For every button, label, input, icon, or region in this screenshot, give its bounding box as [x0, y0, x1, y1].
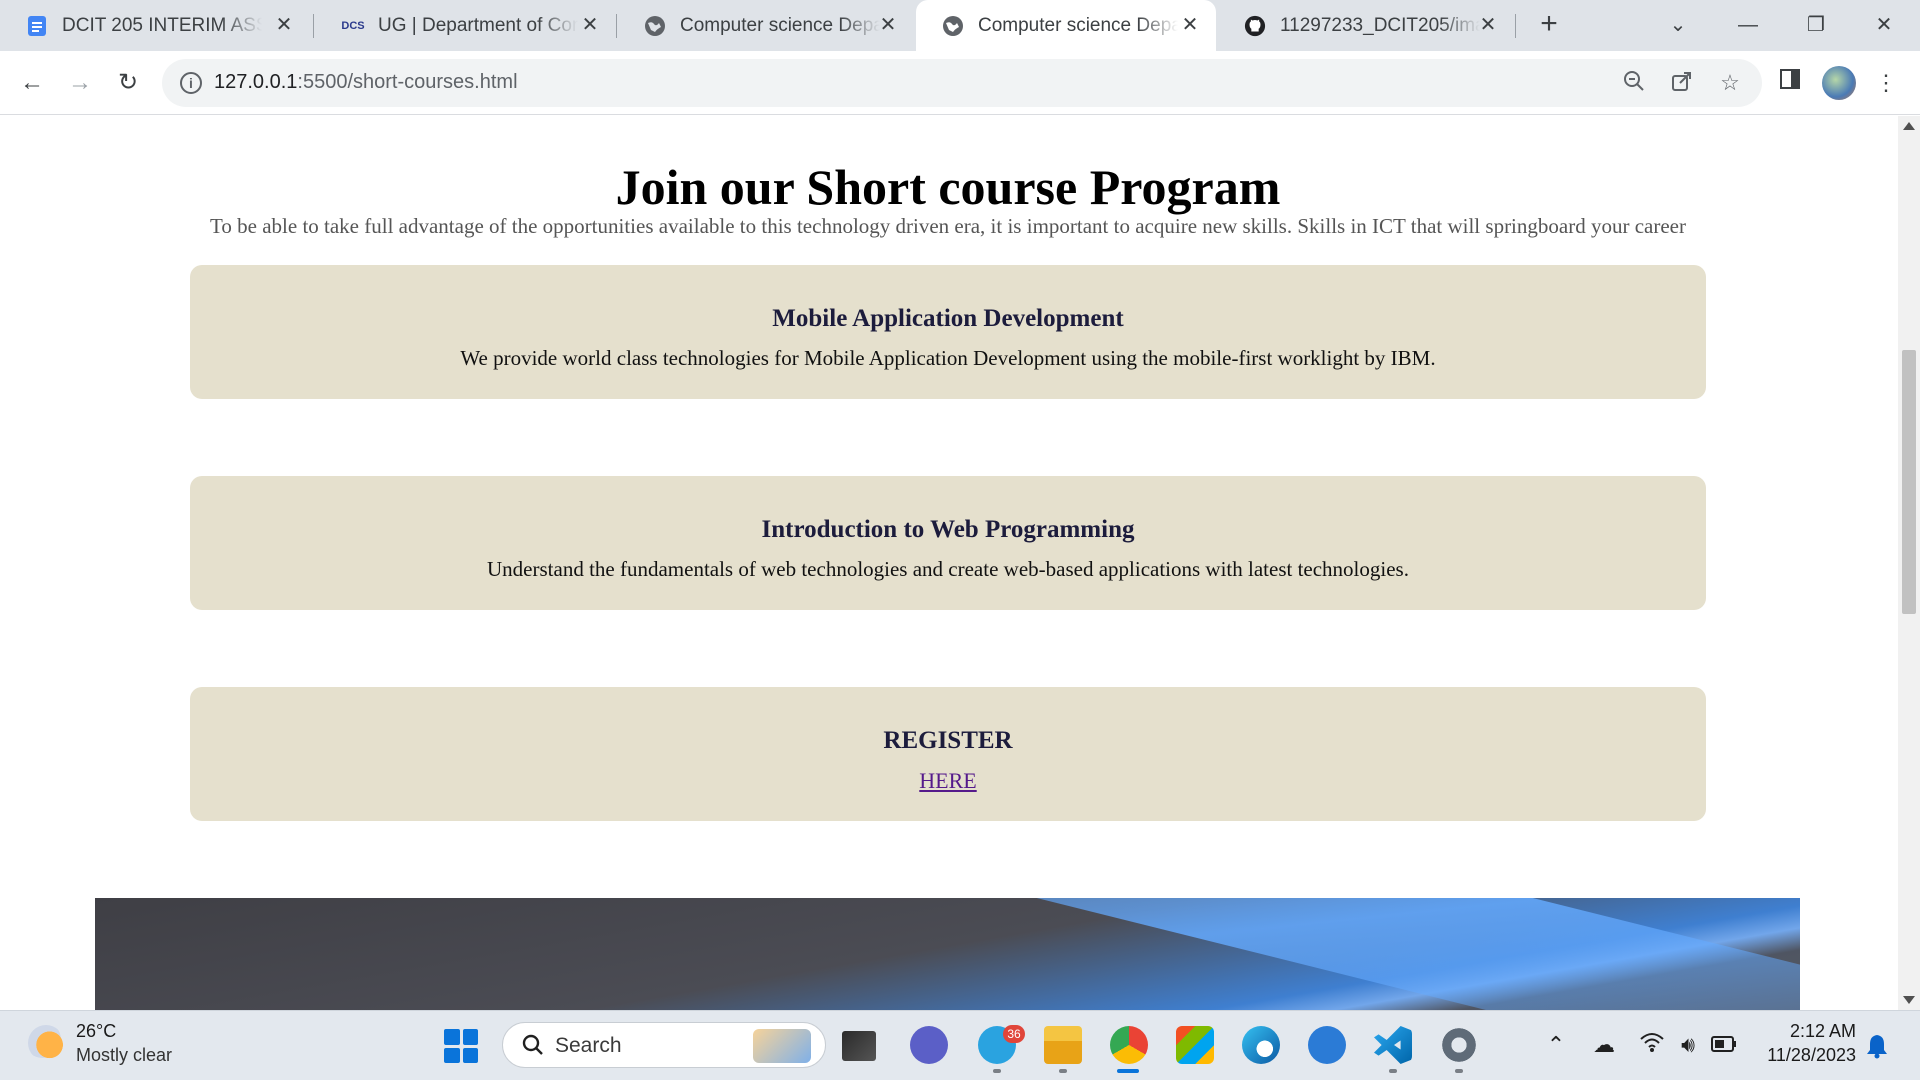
onedrive-cloud-icon[interactable]: ☁ [1590, 1031, 1618, 1059]
tab-label: Computer science Department [978, 14, 1178, 36]
back-arrow-icon[interactable]: ← [14, 65, 50, 101]
vscode-icon[interactable] [1374, 1026, 1412, 1064]
close-tab-icon[interactable]: ✕ [578, 13, 602, 37]
course-card-web-programming: Introduction to Web Programming Understa… [190, 476, 1706, 610]
restore-window-icon[interactable]: ❐ [1796, 8, 1836, 42]
show-hidden-icons-chevron-icon[interactable]: ⌃ [1542, 1031, 1570, 1059]
tab-github-repository[interactable]: 11297233_DCIT205/images ✕ [1218, 0, 1514, 51]
globe-icon [942, 15, 964, 37]
register-card: REGISTER HERE [190, 687, 1706, 821]
side-panel-icon[interactable] [1772, 65, 1808, 101]
course-title: Introduction to Web Programming [761, 516, 1135, 543]
scroll-up-arrow-icon[interactable] [1903, 122, 1915, 130]
page-intro-text: To be able to take full advantage of the… [210, 214, 1686, 238]
tab-label: DCIT 205 INTERIM ASSESSMENT [62, 14, 262, 36]
running-indicator [1455, 1069, 1463, 1073]
course-title: Mobile Application Development [772, 305, 1124, 332]
weather-temperature[interactable]: 26°C [76, 1021, 116, 1042]
tab-search-chevron-icon[interactable]: ⌄ [1658, 8, 1698, 42]
notification-bell-icon[interactable] [1866, 1033, 1888, 1059]
search-highlight-illustration [753, 1029, 811, 1063]
address-url[interactable]: 127.0.0.1:5500/short-courses.html [214, 71, 518, 94]
github-icon [1244, 15, 1266, 37]
file-explorer-icon[interactable] [1044, 1026, 1082, 1064]
course-card-mobile-app-dev: Mobile Application Development We provid… [190, 265, 1706, 399]
running-indicator [1059, 1069, 1067, 1073]
scroll-down-arrow-icon[interactable] [1903, 996, 1915, 1004]
new-tab-button[interactable]: + [1534, 9, 1564, 40]
hero-image [95, 898, 1800, 1010]
clock-time[interactable]: 2:12 AM [1760, 1021, 1856, 1042]
running-indicator [993, 1069, 1001, 1073]
windows-start-icon[interactable] [444, 1029, 478, 1063]
tab-separator [1515, 14, 1516, 38]
close-tab-icon[interactable]: ✕ [1178, 13, 1202, 37]
site-info-icon[interactable]: i [180, 72, 202, 94]
browser-toolbar: ← → ↻ i 127.0.0.1:5500/short-courses.htm… [0, 51, 1920, 115]
settings-gear-icon[interactable] [1440, 1026, 1478, 1064]
clock-date[interactable]: 11/28/2023 [1740, 1045, 1856, 1066]
telegram-unread-badge: 36 [1003, 1025, 1025, 1043]
tab-label: UG | Department of Computer Science [378, 14, 578, 36]
tab-separator [313, 14, 314, 38]
course-description: We provide world class technologies for … [460, 346, 1436, 370]
share-icon[interactable] [1668, 69, 1696, 97]
tab-separator [616, 14, 617, 38]
active-app-indicator [1117, 1069, 1139, 1073]
register-heading: REGISTER [883, 727, 1013, 754]
globe-icon [644, 15, 666, 37]
browser-tab-strip: DCIT 205 INTERIM ASSESSMENT ✕ DCS UG | D… [0, 0, 1920, 51]
edge-icon[interactable] [1242, 1026, 1280, 1064]
taskbar-search-box[interactable]: Search [502, 1022, 826, 1068]
close-tab-icon[interactable]: ✕ [272, 13, 296, 37]
windows-taskbar: 26°C Mostly clear Search 36 ⌃ ☁ 🔊︎ 2:12 … [0, 1010, 1920, 1080]
wifi-icon[interactable] [1638, 1031, 1666, 1059]
microsoft-store-icon[interactable] [1176, 1026, 1214, 1064]
course-description: Understand the fundamentals of web techn… [487, 557, 1409, 581]
close-window-icon[interactable]: ✕ [1864, 8, 1904, 42]
register-here-link[interactable]: HERE [919, 768, 976, 794]
weather-moon-cloud-icon[interactable] [28, 1025, 64, 1061]
volume-icon[interactable]: 🔊︎ [1674, 1031, 1702, 1059]
close-tab-icon[interactable]: ✕ [876, 13, 900, 37]
close-tab-icon[interactable]: ✕ [1476, 13, 1500, 37]
battery-icon[interactable] [1710, 1031, 1738, 1059]
reload-icon[interactable]: ↻ [110, 65, 146, 101]
address-path: :5500/short-courses.html [297, 71, 518, 93]
bookmark-star-icon[interactable]: ☆ [1716, 69, 1744, 97]
more-menu-icon[interactable]: ⋮ [1868, 65, 1904, 101]
weather-description[interactable]: Mostly clear [76, 1045, 172, 1066]
tab-label: Computer science Department [680, 14, 880, 36]
address-bar[interactable]: i 127.0.0.1:5500/short-courses.html ☆ [162, 59, 1762, 107]
task-view-icon[interactable] [842, 1031, 876, 1061]
help-icon[interactable] [1308, 1026, 1346, 1064]
minimize-window-icon[interactable]: — [1728, 8, 1768, 42]
tab-computer-science-department-active[interactable]: Computer science Department ✕ [916, 0, 1216, 51]
tab-label: 11297233_DCIT205/images [1280, 14, 1480, 36]
address-host: 127.0.0.1 [214, 71, 298, 93]
forward-arrow-icon[interactable]: → [62, 65, 98, 101]
zoom-magnifier-icon[interactable] [1620, 69, 1648, 97]
google-docs-icon [26, 15, 48, 37]
teams-chat-icon[interactable] [910, 1026, 948, 1064]
chrome-icon[interactable] [1110, 1026, 1148, 1064]
dcs-logo-icon: DCS [341, 19, 365, 32]
page-viewport: Join our Short course Program To be able… [0, 116, 1898, 1010]
tab-ug-department-of-computer-science[interactable]: DCS UG | Department of Computer Science … [316, 0, 616, 51]
tab-computer-science-department[interactable]: Computer science Department ✕ [618, 0, 914, 51]
profile-avatar[interactable] [1822, 66, 1856, 100]
scrollbar-thumb[interactable] [1902, 350, 1916, 614]
hero-image-light-streak [913, 898, 1800, 1010]
tab-dcit-205-interim-assessment[interactable]: DCIT 205 INTERIM ASSESSMENT ✕ [0, 0, 310, 51]
search-icon [521, 1033, 545, 1057]
page-title: Join our Short course Program [615, 159, 1281, 215]
page-scrollbar[interactable] [1898, 116, 1920, 1010]
search-label: Search [555, 1034, 622, 1057]
running-indicator [1389, 1069, 1397, 1073]
